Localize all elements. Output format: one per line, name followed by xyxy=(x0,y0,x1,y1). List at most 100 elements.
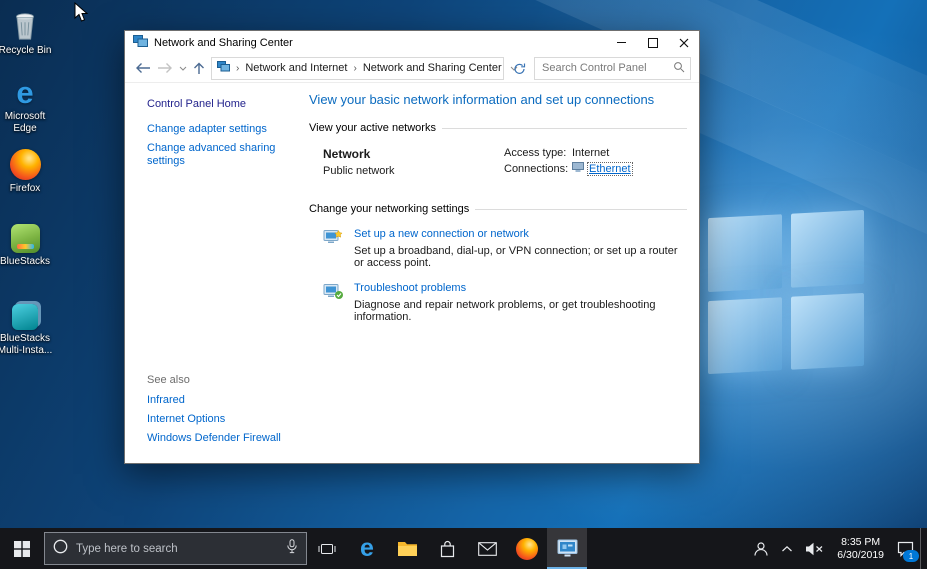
show-desktop-button[interactable] xyxy=(920,528,927,569)
control-panel-icon xyxy=(557,539,577,557)
desktop-icon-label: Recycle Bin xyxy=(0,45,52,56)
active-networks-header: View your active networks xyxy=(309,122,687,134)
cortana-icon xyxy=(53,539,68,559)
back-button[interactable] xyxy=(135,62,151,74)
window-system-icon[interactable] xyxy=(133,34,148,51)
breadcrumb-item-network-and-sharing-center[interactable]: Network and Sharing Center xyxy=(363,62,502,74)
taskbar-clock[interactable]: 8:35 PM 6/30/2019 xyxy=(830,536,891,562)
refresh-button[interactable] xyxy=(510,62,528,75)
troubleshoot-description: Diagnose and repair network problems, or… xyxy=(354,299,656,323)
screen: Recycle Bin e Microsoft Edge Firefox Blu… xyxy=(0,0,927,569)
taskbar-store-button[interactable] xyxy=(427,528,467,569)
network-sharing-center-window: Network and Sharing Center › Network and… xyxy=(124,30,700,464)
setup-connection-description: Set up a broadband, dial-up, or VPN conn… xyxy=(354,245,678,269)
active-network-item: Network Public network Access type: Inte… xyxy=(323,147,687,179)
breadcrumb-separator: › xyxy=(236,62,240,74)
desktop-icon-recycle-bin[interactable]: Recycle Bin xyxy=(0,8,54,57)
sidebar-item-control-panel-home[interactable]: Control Panel Home xyxy=(147,98,297,110)
desktop-icon-microsoft-edge[interactable]: e Microsoft Edge xyxy=(0,74,54,135)
new-connection-icon xyxy=(323,228,344,269)
sidebar-item-change-adapter-settings[interactable]: Change adapter settings xyxy=(147,123,297,136)
taskbar-search-input[interactable] xyxy=(74,541,280,556)
setup-connection-link[interactable]: Set up a new connection or network xyxy=(354,228,687,240)
desktop-icon-label: Firefox xyxy=(9,183,41,194)
edge-icon: e xyxy=(360,534,374,562)
control-panel-search-input[interactable] xyxy=(540,61,673,75)
store-icon xyxy=(440,540,454,557)
clock-time: 8:35 PM xyxy=(841,535,881,548)
desktop-icon-label: Microsoft Edge xyxy=(4,111,46,134)
up-button[interactable] xyxy=(193,62,205,75)
bluestacks-icon xyxy=(0,219,54,253)
start-button[interactable] xyxy=(0,528,44,569)
forward-button[interactable] xyxy=(157,62,173,74)
windows-logo-wallpaper xyxy=(708,209,864,375)
edge-icon: e xyxy=(16,75,34,110)
task-view-button[interactable] xyxy=(307,528,347,569)
desktop-icon-firefox[interactable]: Firefox xyxy=(0,146,54,195)
breadcrumb-separator: › xyxy=(353,62,357,74)
windows-logo-pane xyxy=(790,292,864,370)
people-button[interactable] xyxy=(747,528,775,569)
system-tray: 8:35 PM 6/30/2019 1 xyxy=(747,528,927,569)
ethernet-link[interactable]: Ethernet xyxy=(587,162,633,176)
taskbar-firefox-button[interactable] xyxy=(507,528,547,569)
firefox-icon xyxy=(516,537,538,560)
see-also-header: See also xyxy=(147,374,190,386)
maximize-button[interactable] xyxy=(637,31,668,54)
address-bar[interactable]: › Network and Internet › Network and Sha… xyxy=(211,56,517,80)
sidebar-item-infrared[interactable]: Infrared xyxy=(147,394,297,407)
network-type: Public network xyxy=(323,165,395,177)
action-center-button[interactable]: 1 xyxy=(891,528,920,569)
main-content: View your basic network information and … xyxy=(297,83,699,463)
desktop-icon-bluestacks[interactable]: BlueStacks xyxy=(0,219,54,268)
search-icon xyxy=(673,61,685,76)
networking-settings-header: Change your networking settings xyxy=(309,203,687,215)
taskbar-file-explorer-button[interactable] xyxy=(387,528,427,569)
volume-muted-icon xyxy=(806,542,823,555)
sidebar-item-windows-defender-firewall[interactable]: Windows Defender Firewall xyxy=(147,432,297,445)
firefox-icon xyxy=(0,146,54,180)
people-icon xyxy=(754,541,768,556)
recycle-bin-icon xyxy=(0,8,54,42)
page-title: View your basic network information and … xyxy=(309,92,655,107)
sidebar-item-change-advanced-sharing[interactable]: Change advanced sharing settings xyxy=(147,142,297,168)
taskbar-control-panel-button-active[interactable] xyxy=(547,528,587,569)
desktop-icon-label: BlueStacks xyxy=(0,256,51,267)
taskbar-mail-button[interactable] xyxy=(467,528,507,569)
recent-pages-chevron-icon[interactable] xyxy=(179,66,187,71)
task-view-icon xyxy=(318,543,336,554)
mail-icon xyxy=(477,541,497,556)
bluestacks-multi-icon xyxy=(0,296,54,330)
ethernet-icon xyxy=(572,162,584,176)
desktop-icon-bluestacks-multi[interactable]: BlueStacks Multi-Insta... xyxy=(0,296,54,357)
setup-connection-task: Set up a new connection or network Set u… xyxy=(323,228,687,269)
taskbar-search[interactable] xyxy=(44,532,307,565)
windows-logo-pane xyxy=(708,296,782,375)
windows-logo-pane xyxy=(790,209,864,288)
network-name: Network xyxy=(323,147,371,161)
minimize-button[interactable] xyxy=(606,31,637,54)
notification-badge: 1 xyxy=(903,550,919,562)
volume-button[interactable] xyxy=(799,528,830,569)
caption-buttons xyxy=(606,31,699,54)
networking-settings-header-label: Change your networking settings xyxy=(309,203,470,215)
windows-start-icon xyxy=(14,540,30,557)
connections-label: Connections: xyxy=(504,163,569,175)
window-body: Control Panel Home Change adapter settin… xyxy=(125,83,699,463)
troubleshoot-icon xyxy=(323,282,344,323)
troubleshoot-link[interactable]: Troubleshoot problems xyxy=(354,282,687,294)
taskbar-edge-button[interactable]: e xyxy=(347,528,387,569)
navigation-bar: › Network and Internet › Network and Sha… xyxy=(125,54,699,83)
control-panel-search[interactable] xyxy=(534,56,691,80)
clock-date: 6/30/2019 xyxy=(837,548,884,561)
microphone-icon[interactable] xyxy=(286,538,298,559)
close-button[interactable] xyxy=(668,31,699,54)
active-networks-header-label: View your active networks xyxy=(309,122,436,134)
breadcrumb-item-network-and-internet[interactable]: Network and Internet xyxy=(245,62,347,74)
hidden-icons-button[interactable] xyxy=(775,528,799,569)
sidebar-item-internet-options[interactable]: Internet Options xyxy=(147,413,297,426)
access-type-label: Access type: xyxy=(504,147,567,159)
file-explorer-icon xyxy=(397,542,417,556)
taskbar: e xyxy=(0,528,927,569)
